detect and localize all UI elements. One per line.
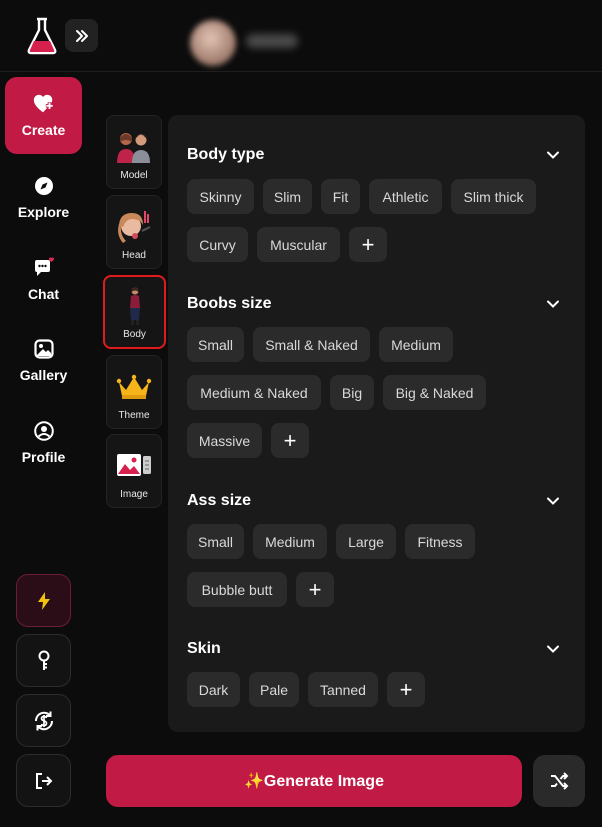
key-icon bbox=[38, 650, 49, 670]
chat-icon bbox=[33, 257, 55, 279]
nav-explore-label: Explore bbox=[17, 204, 70, 220]
category-theme[interactable]: Theme bbox=[106, 355, 162, 429]
section-title-ass-size: Ass size bbox=[187, 492, 252, 509]
option-boobs-small-naked[interactable]: Small & Naked bbox=[253, 327, 370, 362]
option-skin-tanned[interactable]: Tanned bbox=[308, 672, 378, 707]
nav-explore[interactable]: Explore bbox=[5, 159, 82, 236]
option-ass-medium[interactable]: Medium bbox=[253, 524, 327, 559]
option-ass-fitness[interactable]: Fitness bbox=[405, 524, 475, 559]
nav-create[interactable]: Create bbox=[5, 77, 82, 154]
chevron-down-icon[interactable] bbox=[545, 493, 561, 509]
option-body-slim[interactable]: Slim bbox=[263, 179, 312, 214]
category-head[interactable]: Head bbox=[106, 195, 162, 269]
model-icon bbox=[114, 128, 154, 166]
generate-image-button[interactable]: ✨Generate Image bbox=[106, 755, 522, 807]
option-skin-pale[interactable]: Pale bbox=[249, 672, 299, 707]
top-bar bbox=[0, 0, 602, 72]
add-ass-size-button[interactable]: + bbox=[296, 572, 334, 607]
option-boobs-big[interactable]: Big bbox=[330, 375, 374, 410]
user-avatar[interactable] bbox=[190, 20, 236, 66]
nav-profile[interactable]: Profile bbox=[5, 404, 82, 481]
option-body-slim-thick[interactable]: Slim thick bbox=[451, 179, 536, 214]
head-icon bbox=[114, 208, 154, 246]
option-boobs-medium[interactable]: Medium bbox=[379, 327, 453, 362]
hidden-heading-fragment: · · · · · · · · bbox=[112, 84, 222, 92]
body-icon bbox=[115, 287, 155, 325]
logout-icon bbox=[35, 772, 52, 789]
option-ass-bubble-butt[interactable]: Bubble butt bbox=[187, 572, 287, 607]
category-body[interactable]: Body bbox=[103, 275, 166, 349]
option-boobs-big-naked[interactable]: Big & Naked bbox=[383, 375, 486, 410]
profile-icon bbox=[33, 420, 55, 442]
dollar-refresh-icon bbox=[34, 711, 53, 730]
subscription-button[interactable] bbox=[16, 694, 71, 747]
heart-plus-icon bbox=[33, 93, 55, 115]
logout-button[interactable] bbox=[16, 754, 71, 807]
category-head-label: Head bbox=[122, 250, 146, 261]
image-icon bbox=[114, 447, 154, 485]
chevrons-right-icon bbox=[75, 29, 88, 42]
nav-create-label: Create bbox=[21, 122, 66, 138]
chevron-down-icon[interactable] bbox=[545, 147, 561, 163]
option-body-fit[interactable]: Fit bbox=[321, 179, 360, 214]
username-blurred bbox=[246, 34, 298, 48]
option-boobs-small[interactable]: Small bbox=[187, 327, 244, 362]
category-theme-label: Theme bbox=[118, 410, 150, 421]
boost-button[interactable] bbox=[16, 574, 71, 627]
option-body-muscular[interactable]: Muscular bbox=[257, 227, 340, 262]
chevron-down-icon[interactable] bbox=[545, 641, 561, 657]
lightning-icon bbox=[37, 591, 50, 610]
option-ass-large[interactable]: Large bbox=[336, 524, 396, 559]
category-image[interactable]: Image bbox=[106, 434, 162, 508]
add-body-type-button[interactable]: + bbox=[349, 227, 387, 262]
option-body-athletic[interactable]: Athletic bbox=[369, 179, 442, 214]
category-model-label: Model bbox=[120, 170, 148, 181]
nav-chat[interactable]: Chat bbox=[5, 241, 82, 318]
nav-chat-label: Chat bbox=[27, 286, 60, 302]
nav-gallery[interactable]: Gallery bbox=[5, 322, 82, 399]
nav-gallery-label: Gallery bbox=[19, 367, 68, 383]
key-button[interactable] bbox=[16, 634, 71, 687]
section-title-skin: Skin bbox=[187, 640, 221, 657]
shuffle-icon bbox=[551, 772, 569, 790]
gallery-icon bbox=[33, 338, 55, 360]
chevron-down-icon[interactable] bbox=[545, 296, 561, 312]
option-boobs-medium-naked[interactable]: Medium & Naked bbox=[187, 375, 321, 410]
category-body-label: Body bbox=[123, 329, 146, 340]
category-image-label: Image bbox=[120, 489, 148, 500]
option-body-curvy[interactable]: Curvy bbox=[187, 227, 248, 262]
expand-sidebar-button[interactable] bbox=[65, 19, 98, 52]
add-boobs-size-button[interactable]: + bbox=[271, 423, 309, 458]
nav-profile-label: Profile bbox=[21, 449, 66, 465]
shuffle-button[interactable] bbox=[533, 755, 585, 807]
flask-logo-icon[interactable] bbox=[27, 17, 57, 55]
option-boobs-massive[interactable]: Massive bbox=[187, 423, 262, 458]
section-title-boobs-size: Boobs size bbox=[187, 295, 272, 312]
section-title-body-type: Body type bbox=[187, 146, 265, 163]
option-body-skinny[interactable]: Skinny bbox=[187, 179, 254, 214]
category-model[interactable]: Model bbox=[106, 115, 162, 189]
add-skin-button[interactable]: + bbox=[387, 672, 425, 707]
option-ass-small[interactable]: Small bbox=[187, 524, 244, 559]
option-skin-dark[interactable]: Dark bbox=[187, 672, 240, 707]
crown-icon bbox=[114, 368, 154, 406]
compass-icon bbox=[33, 175, 55, 197]
